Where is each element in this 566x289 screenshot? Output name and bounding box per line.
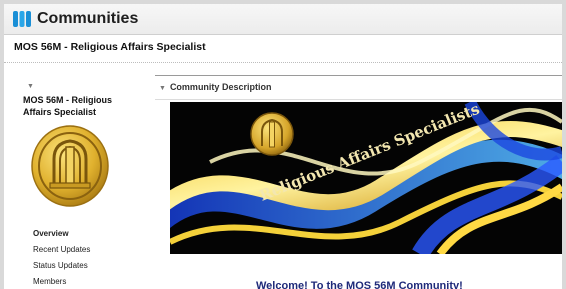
section-title: Community Description bbox=[169, 82, 272, 92]
community-title: MOS 56M - Religious Affairs Specialist bbox=[14, 41, 206, 53]
communities-icon bbox=[13, 11, 31, 27]
app-title: Communities bbox=[37, 10, 139, 27]
sidebar: ▼ MOS 56M - Religious Affairs Specialist… bbox=[4, 63, 144, 289]
section-rule-secondary bbox=[155, 99, 562, 100]
section-rule bbox=[155, 75, 562, 76]
top-bar: Communities bbox=[4, 4, 562, 35]
nav-item-overview[interactable]: Overview bbox=[33, 226, 90, 242]
community-banner: Religious Affairs Specialists bbox=[170, 102, 562, 254]
sidebar-community-name: MOS 56M - Religious Affairs Specialist bbox=[23, 94, 133, 118]
nav-item-members[interactable]: Members bbox=[33, 274, 90, 289]
welcome-heading: Welcome! To the MOS 56M Community! bbox=[256, 280, 463, 289]
sidebar-name-line2: Affairs Specialist bbox=[23, 107, 97, 117]
nav-item-status-updates[interactable]: Status Updates bbox=[33, 258, 90, 274]
collapse-caret-icon[interactable]: ▼ bbox=[27, 83, 34, 90]
community-logo bbox=[31, 125, 109, 207]
section-header-community-description[interactable]: ▼ Community Description bbox=[159, 82, 271, 92]
sidebar-name-line1: MOS 56M - Religious bbox=[23, 95, 113, 105]
nav-item-recent-updates[interactable]: Recent Updates bbox=[33, 242, 90, 258]
app-window: Communities MOS 56M - Religious Affairs … bbox=[4, 4, 562, 289]
collapse-caret-icon: ▼ bbox=[159, 85, 166, 92]
community-nav: Overview Recent Updates Status Updates M… bbox=[33, 226, 90, 289]
